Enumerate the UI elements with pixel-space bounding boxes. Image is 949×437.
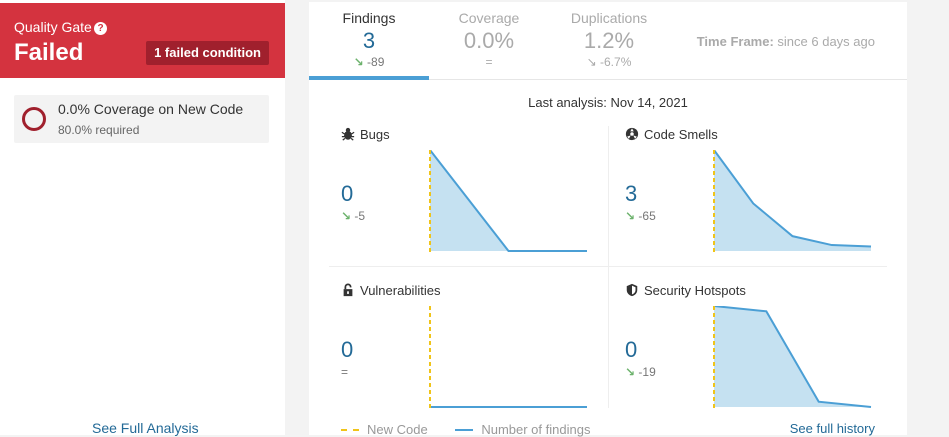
tab-delta: ↘ -89 — [309, 55, 429, 69]
see-full-history-link[interactable]: See full history — [790, 421, 875, 436]
measure-tabs: Findings 3 ↘ -89 Coverage 0.0% = Duplica… — [309, 2, 907, 80]
tab-label: Duplications — [570, 10, 648, 26]
bugs-card[interactable]: Bugs 0 ↘ -5 — [341, 127, 611, 267]
condition-required: 80.0% required — [58, 123, 140, 137]
new-code-legend-swatch — [341, 428, 359, 431]
card-title-text: Bugs — [360, 127, 390, 142]
security-hotspots-card[interactable]: Security Hotspots 0 ↘ -19 — [625, 283, 895, 423]
card-delta-value: -19 — [638, 365, 656, 379]
shield-icon — [626, 283, 638, 297]
trend-down-icon: ↘ — [586, 55, 597, 69]
tab-value: 0.0% — [463, 28, 515, 53]
card-title-text: Vulnerabilities — [360, 283, 441, 298]
vulnerabilities-sparkline — [429, 306, 587, 408]
card-title: Bugs — [341, 127, 390, 142]
findings-legend-swatch — [455, 428, 474, 431]
card-value[interactable]: 0 — [341, 181, 353, 207]
card-title-text: Code Smells — [644, 127, 718, 142]
security-hotspots-sparkline — [713, 306, 872, 408]
tab-duplications[interactable]: Duplications 1.2% ↘ -6.7% — [549, 2, 669, 80]
findings-area — [430, 150, 587, 251]
condition-title: 0.0% Coverage on New Code — [58, 101, 244, 117]
failed-conditions-badge: 1 failed condition — [146, 41, 269, 65]
card-delta: ↘ -65 — [625, 209, 656, 223]
tab-delta: = — [485, 55, 493, 69]
tab-delta-value: -89 — [367, 55, 385, 69]
last-analysis-date: Last analysis: Nov 14, 2021 — [528, 95, 688, 110]
code-smells-card[interactable]: Code Smells 3 ↘ -65 — [625, 127, 895, 267]
trend-down-icon: ↘ — [353, 55, 364, 69]
lock-icon — [343, 283, 353, 297]
time-frame-value: since 6 days ago — [777, 34, 875, 49]
tab-delta: ↘ -6.7% — [549, 55, 669, 69]
card-value[interactable]: 0 — [341, 337, 353, 363]
vulnerabilities-card[interactable]: Vulnerabilities 0 = — [341, 283, 611, 423]
failed-ring-icon — [22, 107, 46, 131]
tab-label: Coverage — [458, 10, 520, 26]
quality-gate-label: Quality Gate — [14, 19, 92, 35]
card-delta: ↘ -19 — [625, 365, 656, 379]
smell-icon — [625, 127, 639, 141]
trend-down-icon: ↘ — [341, 209, 352, 223]
tab-findings[interactable]: Findings 3 ↘ -89 — [309, 2, 429, 80]
card-title: Code Smells — [625, 127, 718, 142]
quality-gate-status-panel: Quality Gate ? Failed 1 failed condition — [0, 3, 285, 78]
card-delta: ↘ -5 — [341, 209, 365, 223]
trend-down-icon: ↘ — [625, 365, 636, 379]
trend-down-icon: ↘ — [625, 209, 636, 223]
left-panel: Quality Gate ? Failed 1 failed condition… — [0, 0, 285, 436]
card-title: Vulnerabilities — [341, 283, 440, 298]
tab-value: 3 — [362, 28, 376, 53]
card-title: Security Hotspots — [625, 283, 746, 298]
card-value[interactable]: 0 — [625, 337, 637, 363]
tab-delta-value: -6.7% — [600, 55, 632, 69]
card-title-text: Security Hotspots — [644, 283, 746, 298]
see-full-analysis-link[interactable]: See Full Analysis — [92, 420, 199, 436]
help-icon[interactable]: ? — [94, 22, 107, 35]
code-smells-sparkline — [713, 150, 872, 252]
measures-panel: Findings 3 ↘ -89 Coverage 0.0% = Duplica… — [309, 2, 907, 437]
bugs-sparkline — [429, 150, 587, 252]
tab-label: Findings — [342, 10, 396, 26]
failed-condition-item[interactable]: 0.0% Coverage on New Code 80.0% required — [14, 95, 269, 143]
time-frame-label: Time Frame: — [696, 34, 774, 49]
tab-value: 1.2% — [583, 28, 635, 53]
card-value[interactable]: 3 — [625, 181, 637, 207]
tab-coverage[interactable]: Coverage 0.0% = — [429, 2, 549, 80]
card-delta-value: -65 — [638, 209, 656, 223]
bug-icon — [341, 127, 355, 141]
card-delta: = — [341, 365, 349, 379]
card-delta-value: -5 — [354, 209, 366, 223]
time-frame: Time Frame: since 6 days ago — [697, 34, 875, 49]
quality-gate-status: Failed — [14, 39, 84, 66]
